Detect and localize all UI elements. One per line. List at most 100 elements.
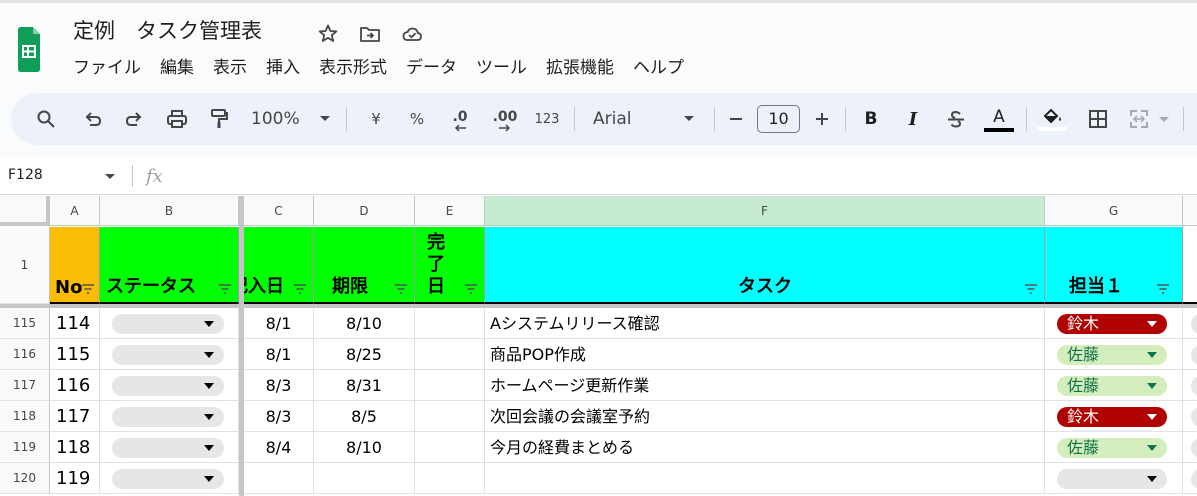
cell-task[interactable]: 今月の経費まとめる xyxy=(485,432,1045,463)
bold-button[interactable]: B xyxy=(859,93,883,145)
column-header-e[interactable]: E xyxy=(415,196,485,226)
cell-status[interactable] xyxy=(100,401,239,432)
filter-icon[interactable] xyxy=(1024,284,1038,294)
frozen-column-divider[interactable] xyxy=(239,196,244,496)
partial-chip[interactable] xyxy=(1191,314,1197,334)
frozen-row-divider[interactable] xyxy=(0,304,1197,308)
column-header-d[interactable]: D xyxy=(314,196,415,226)
cell-task[interactable] xyxy=(485,463,1045,494)
owner-chip[interactable] xyxy=(1057,469,1167,489)
increase-font-size-icon[interactable] xyxy=(810,93,834,145)
decrease-decimal-button[interactable]: .0 xyxy=(445,93,475,145)
cell-owner[interactable]: 佐藤 xyxy=(1045,339,1183,370)
cell-owner[interactable] xyxy=(1045,463,1183,494)
header-owner[interactable]: 担当１ xyxy=(1045,227,1183,304)
row-header[interactable]: 117 xyxy=(0,370,50,401)
cell-next-column[interactable] xyxy=(1183,401,1197,432)
percent-format-button[interactable]: % xyxy=(407,93,427,145)
cell-task[interactable]: Aシステムリリース確認 xyxy=(485,308,1045,339)
paint-format-icon[interactable] xyxy=(207,93,231,145)
row-header[interactable]: 120 xyxy=(0,463,50,494)
cell-deadline[interactable]: 8/5 xyxy=(314,401,415,432)
cell-owner[interactable]: 佐藤 xyxy=(1045,370,1183,401)
cell-entry-date[interactable]: 8/3 xyxy=(244,401,314,432)
menu-data[interactable]: データ xyxy=(406,56,457,80)
cell-next-column[interactable] xyxy=(1183,308,1197,339)
cell-owner[interactable]: 佐藤 xyxy=(1045,432,1183,463)
header-entry-date[interactable]: 記入日 xyxy=(244,227,314,304)
owner-chip[interactable]: 佐藤 xyxy=(1057,438,1167,458)
document-title[interactable]: 定例 タスク管理表 xyxy=(73,15,262,45)
partial-chip[interactable] xyxy=(1191,376,1197,396)
font-dropdown-icon[interactable] xyxy=(681,93,697,145)
name-box-dropdown-icon[interactable] xyxy=(104,173,116,181)
header-deadline[interactable]: 期限 xyxy=(314,227,415,304)
header-next-column[interactable] xyxy=(1183,227,1197,304)
owner-chip[interactable]: 鈴木 xyxy=(1057,407,1167,427)
italic-button[interactable]: I xyxy=(901,93,925,145)
cell-no[interactable]: 118 xyxy=(50,432,100,463)
owner-chip[interactable]: 佐藤 xyxy=(1057,376,1167,396)
cell-entry-date[interactable]: 8/4 xyxy=(244,432,314,463)
cell-done-date[interactable] xyxy=(415,339,485,370)
menu-format[interactable]: 表示形式 xyxy=(319,56,387,80)
header-no[interactable]: No xyxy=(50,227,100,304)
menu-extensions[interactable]: 拡張機能 xyxy=(546,56,614,80)
filter-icon[interactable] xyxy=(293,284,307,294)
column-header-h[interactable] xyxy=(1183,196,1197,226)
cell-done-date[interactable] xyxy=(415,308,485,339)
cell-status[interactable] xyxy=(100,370,239,401)
cell-entry-date[interactable]: 8/1 xyxy=(244,308,314,339)
header-task[interactable]: タスク xyxy=(485,227,1045,304)
cell-done-date[interactable] xyxy=(415,463,485,494)
cell-status[interactable] xyxy=(100,339,239,370)
filter-icon[interactable] xyxy=(81,284,95,294)
column-header-b[interactable]: B xyxy=(100,196,239,226)
cell-next-column[interactable] xyxy=(1183,339,1197,370)
cell-status[interactable] xyxy=(100,463,239,494)
filter-icon[interactable] xyxy=(218,284,232,294)
cell-owner[interactable]: 鈴木 xyxy=(1045,401,1183,432)
row-header[interactable]: 119 xyxy=(0,432,50,463)
cell-owner[interactable]: 鈴木 xyxy=(1045,308,1183,339)
filter-icon[interactable] xyxy=(1156,284,1170,294)
cell-no[interactable]: 116 xyxy=(50,370,100,401)
column-header-g[interactable]: G xyxy=(1045,196,1183,226)
star-icon[interactable] xyxy=(316,22,340,46)
cell-task[interactable]: ホームページ更新作業 xyxy=(485,370,1045,401)
cell-next-column[interactable] xyxy=(1183,432,1197,463)
column-header-f[interactable]: F xyxy=(485,196,1045,226)
partial-chip[interactable] xyxy=(1191,469,1197,489)
cell-done-date[interactable] xyxy=(415,401,485,432)
cell-no[interactable]: 117 xyxy=(50,401,100,432)
cell-deadline[interactable]: 8/31 xyxy=(314,370,415,401)
zoom-select[interactable]: 100% xyxy=(251,93,313,145)
menu-file[interactable]: ファイル xyxy=(73,56,141,80)
font-size-input[interactable]: 10 xyxy=(757,105,800,133)
status-dropdown[interactable] xyxy=(112,345,224,365)
redo-icon[interactable] xyxy=(122,93,146,145)
currency-format-button[interactable]: ¥ xyxy=(366,93,386,145)
cell-deadline[interactable]: 8/25 xyxy=(314,339,415,370)
fill-color-icon[interactable] xyxy=(1035,93,1069,145)
strikethrough-icon[interactable] xyxy=(943,93,969,145)
more-formats-button[interactable]: 123 xyxy=(531,93,563,145)
cell-done-date[interactable] xyxy=(415,370,485,401)
header-status[interactable]: ステータス xyxy=(100,227,239,304)
status-dropdown[interactable] xyxy=(112,469,224,489)
menu-edit[interactable]: 編集 xyxy=(160,56,194,80)
status-dropdown[interactable] xyxy=(112,438,224,458)
move-folder-icon[interactable] xyxy=(358,22,382,46)
cell-status[interactable] xyxy=(100,432,239,463)
owner-chip[interactable]: 佐藤 xyxy=(1057,345,1167,365)
cell-deadline[interactable]: 8/10 xyxy=(314,432,415,463)
menu-insert[interactable]: 挿入 xyxy=(266,56,300,80)
partial-chip[interactable] xyxy=(1191,407,1197,427)
status-dropdown[interactable] xyxy=(112,376,224,396)
sheets-logo-icon[interactable] xyxy=(18,27,40,72)
font-select[interactable]: Arial xyxy=(593,93,663,145)
zoom-dropdown-icon[interactable] xyxy=(317,93,333,145)
cell-no[interactable]: 115 xyxy=(50,339,100,370)
menu-help[interactable]: ヘルプ xyxy=(633,56,684,80)
filter-icon[interactable] xyxy=(464,284,478,294)
